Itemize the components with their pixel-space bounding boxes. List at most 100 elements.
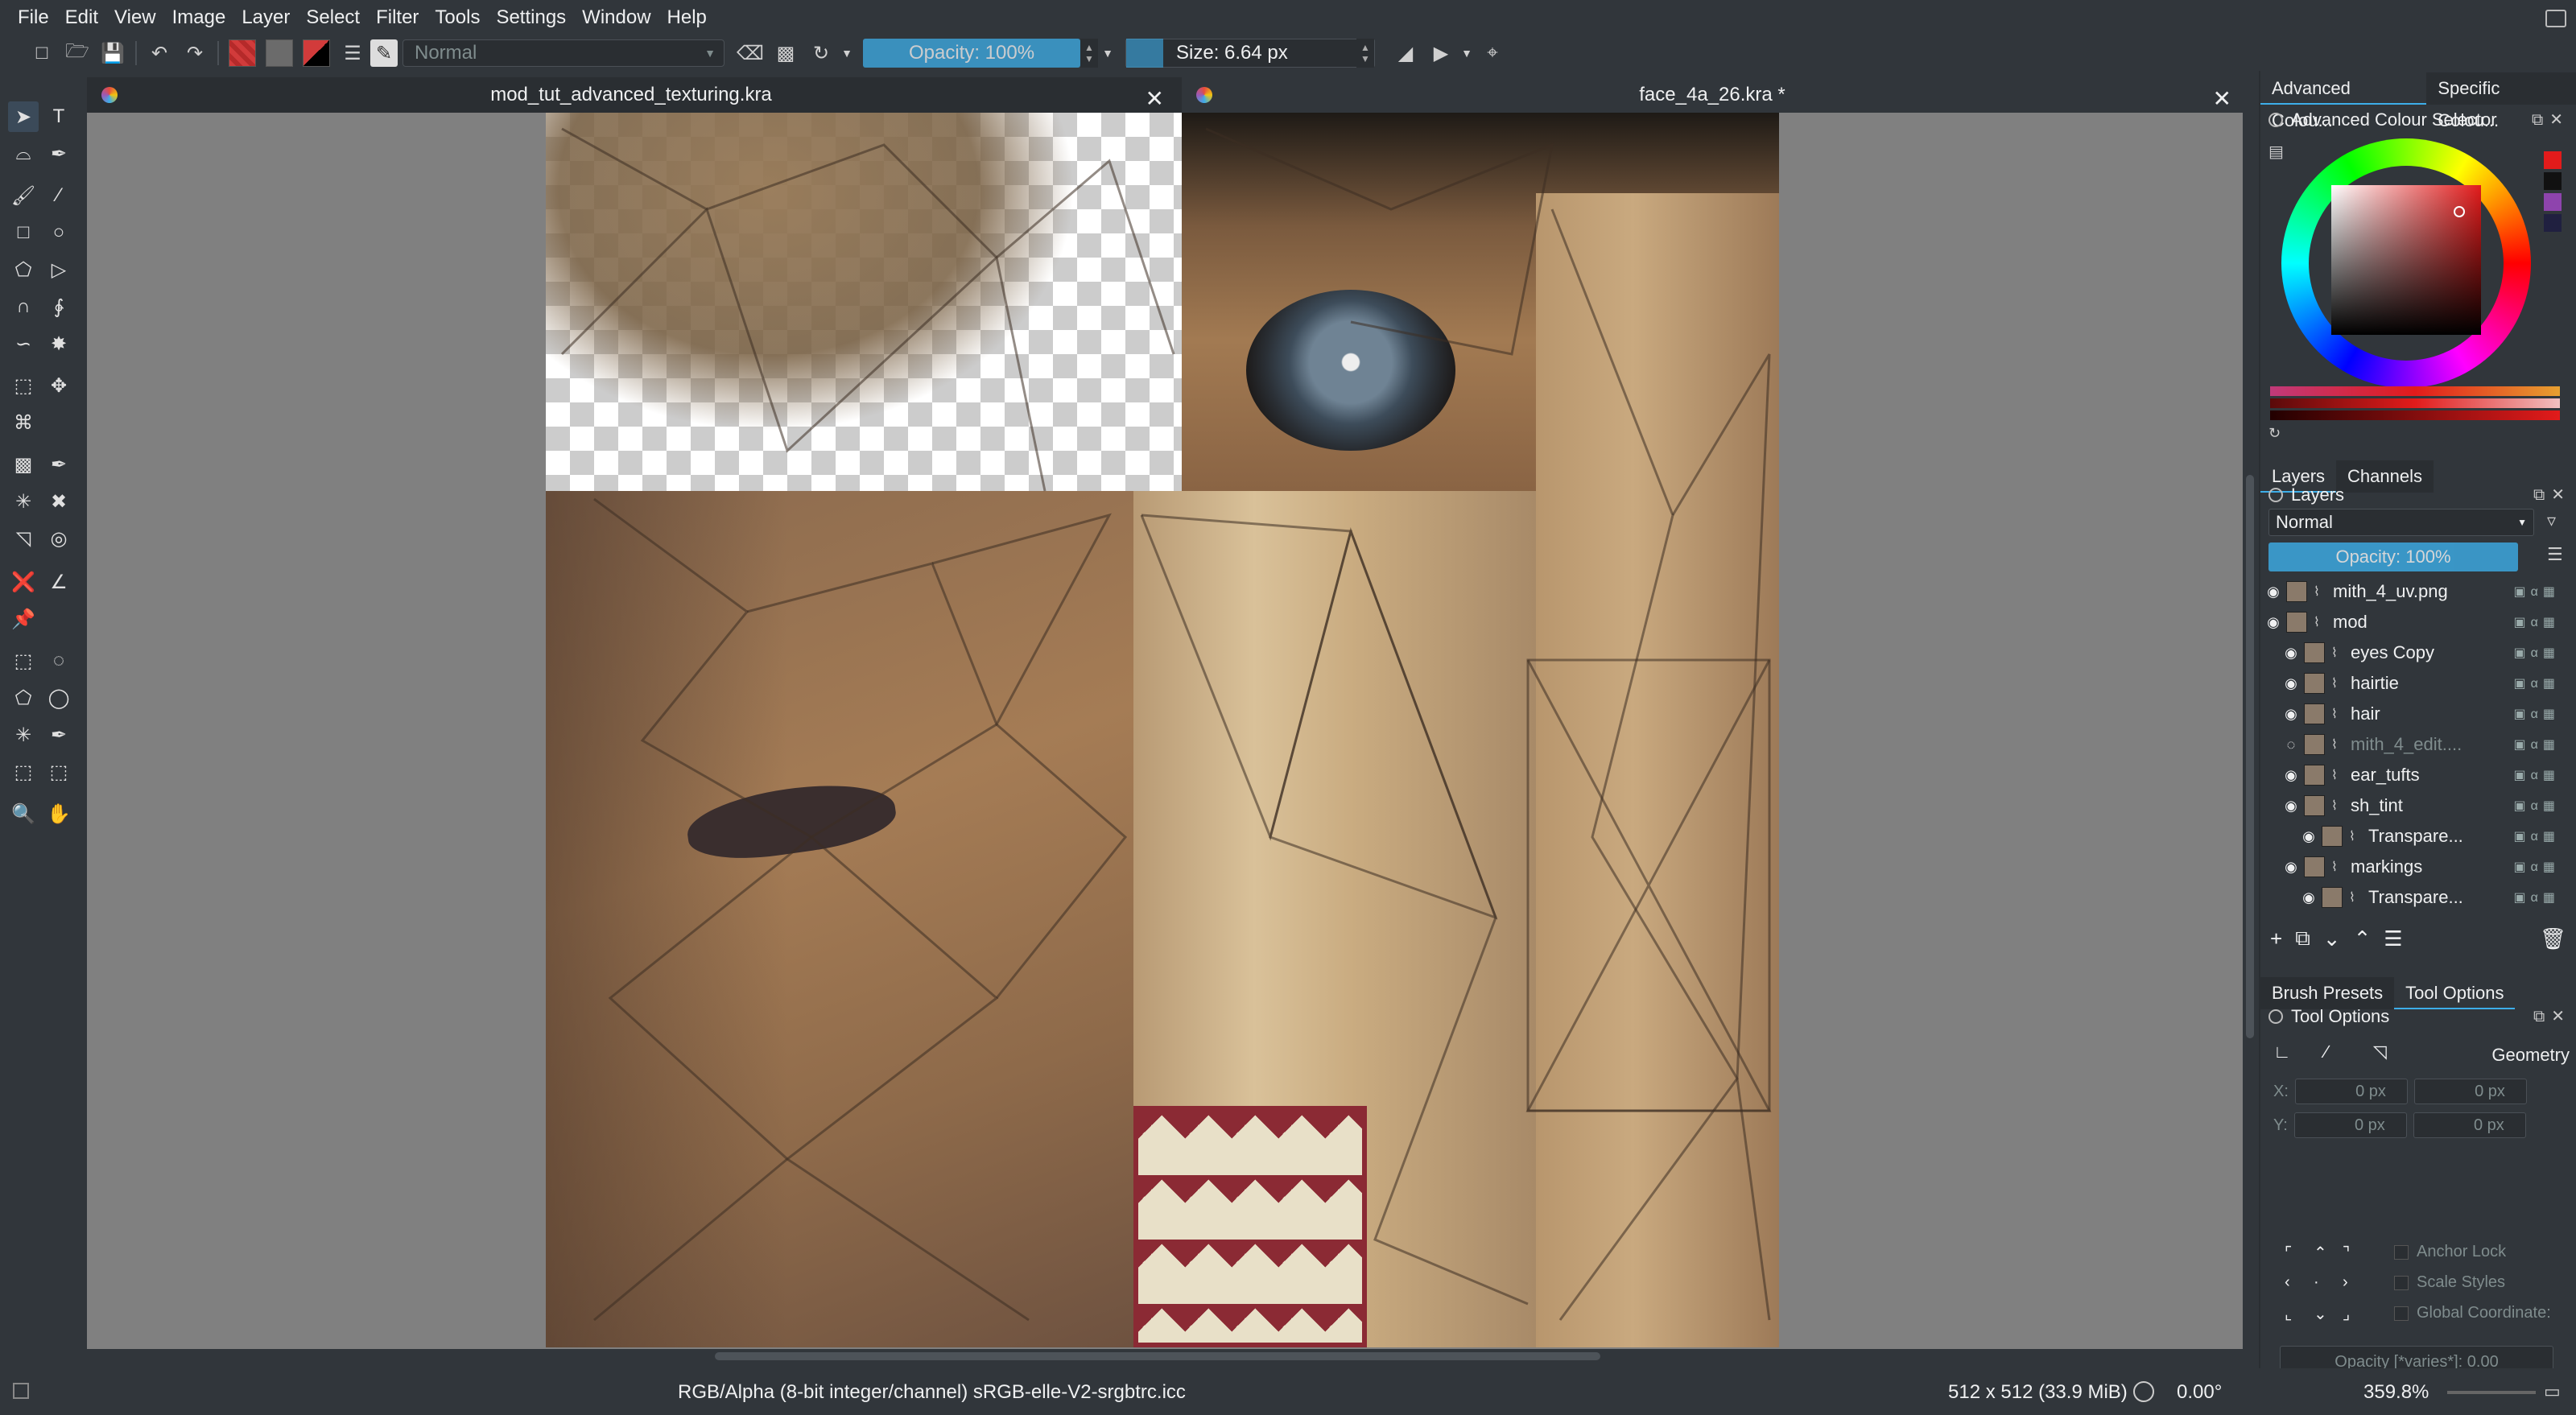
layer-row[interactable]: ◉ ⌇ hairtie ▣α▦ xyxy=(2260,668,2566,699)
lightness-slider[interactable] xyxy=(2270,398,2560,408)
layer-lock-alpha-icons[interactable]: ▣α▦ xyxy=(2514,675,2560,691)
menu-edit[interactable]: Edit xyxy=(57,0,106,35)
anchor-bottom-left-icon[interactable]: ⌞ xyxy=(2285,1304,2314,1335)
brush-settings-icon[interactable]: ☰ xyxy=(335,35,370,71)
color-sliders[interactable] xyxy=(2270,386,2560,423)
layer-row[interactable]: ◉ ⌇ markings ▣α▦ xyxy=(2260,852,2566,882)
chevron-down-icon[interactable]: ▼ xyxy=(1098,35,1117,71)
freehand-selection-tool-icon[interactable]: ◯ xyxy=(43,683,74,713)
assistant-tool-icon[interactable]: ❌ xyxy=(8,567,39,597)
open-document-icon[interactable]: 🗁 xyxy=(60,35,95,71)
recent-color-swatch[interactable] xyxy=(2544,214,2562,232)
eye-icon[interactable]: ◉ xyxy=(2278,706,2304,723)
stroke-tab-icon[interactable]: ∕ xyxy=(2325,1042,2328,1062)
scrollbar-thumb[interactable] xyxy=(715,1352,1600,1360)
wrap-around-icon[interactable]: ⌖ xyxy=(1475,35,1510,71)
anchor-top-icon[interactable]: ⌃ xyxy=(2314,1243,2343,1273)
saturation-slider[interactable] xyxy=(2270,410,2560,420)
menu-settings[interactable]: Settings xyxy=(488,0,574,35)
tab-specific-colour[interactable]: Specific Colou... xyxy=(2426,72,2576,130)
anchor-right-icon[interactable]: › xyxy=(2343,1273,2372,1304)
docker-float-close-icon[interactable]: ⧉✕ xyxy=(2532,109,2570,130)
layer-lock-alpha-icons[interactable]: ▣α▦ xyxy=(2514,736,2560,753)
contiguous-selection-tool-icon[interactable]: ✳ xyxy=(8,720,39,750)
freehand-brush-tool-icon[interactable]: 🖌 xyxy=(8,180,39,211)
eye-icon[interactable]: ◉ xyxy=(2278,767,2304,784)
text-tool-icon[interactable]: T xyxy=(43,101,74,132)
layer-row[interactable]: ◉ ⌇ Transpare... ▣α▦ xyxy=(2260,821,2566,852)
dynamic-brush-tool-icon[interactable]: ∽ xyxy=(8,328,39,359)
rotation-icon[interactable] xyxy=(2133,1381,2154,1402)
layer-lock-alpha-icons[interactable]: ▣α▦ xyxy=(2514,584,2560,600)
brush-preset-icon[interactable]: ✎ xyxy=(370,39,398,67)
hue-slider[interactable] xyxy=(2270,386,2560,396)
menu-view[interactable]: View xyxy=(106,0,164,35)
fill-tab-icon[interactable]: ◹ xyxy=(2373,1042,2387,1062)
anchor-bottom-right-icon[interactable]: ⌟ xyxy=(2343,1304,2372,1335)
polygonal-selection-tool-icon[interactable]: ⬠ xyxy=(8,683,39,713)
close-icon[interactable]: ✕ xyxy=(2213,85,2231,112)
menu-select[interactable]: Select xyxy=(298,0,368,35)
refresh-icon[interactable]: ↻ xyxy=(2268,425,2281,442)
fill-tool-icon[interactable]: ◹ xyxy=(8,523,39,554)
magnetic-selection-tool-icon[interactable]: ⬚ xyxy=(43,757,74,787)
anchor-center-icon[interactable]: · xyxy=(2314,1273,2343,1304)
reload-preset-icon[interactable]: ↻ xyxy=(803,35,839,71)
freehand-path-tool-icon[interactable]: ∳ xyxy=(43,291,74,322)
layer-lock-alpha-icons[interactable]: ▣α▦ xyxy=(2514,828,2560,844)
layer-properties-icon[interactable]: ☰ xyxy=(2384,926,2402,951)
zoom-slider[interactable] xyxy=(2447,1391,2536,1394)
enclose-fill-tool-icon[interactable]: ◎ xyxy=(43,523,74,554)
zoom-tool-icon[interactable]: 🔍 xyxy=(8,798,39,829)
tab-channels[interactable]: Channels xyxy=(2336,460,2434,493)
layer-lock-alpha-icons[interactable]: ▣α▦ xyxy=(2514,614,2560,630)
ellipse-tool-icon[interactable]: ○ xyxy=(43,217,74,248)
new-document-icon[interactable]: □ xyxy=(24,35,60,71)
layer-lock-alpha-icons[interactable]: ▣α▦ xyxy=(2514,706,2560,722)
move-tool-icon[interactable]: ✥ xyxy=(43,370,74,401)
pattern-swatch[interactable] xyxy=(266,39,293,67)
vertical-scrollbar[interactable] xyxy=(2243,113,2257,1354)
texture-artwork[interactable] xyxy=(546,113,1779,1347)
polyline-tool-icon[interactable]: ▷ xyxy=(43,254,74,285)
recent-color-swatch[interactable] xyxy=(2544,193,2562,211)
lock-icon[interactable] xyxy=(2268,488,2283,502)
opacity-spin-arrows[interactable]: ▲ ▼ xyxy=(1080,39,1098,68)
elliptical-selection-tool-icon[interactable]: ◌ xyxy=(43,646,74,676)
duplicate-layer-icon[interactable]: ⧉ xyxy=(2295,926,2310,951)
layer-lock-alpha-icons[interactable]: ▣α▦ xyxy=(2514,798,2560,814)
layer-row[interactable]: ◉ ⌇ hair ▣α▦ xyxy=(2260,699,2566,729)
eye-icon[interactable]: ◉ xyxy=(2260,584,2286,600)
layer-blend-mode-select[interactable]: Normal ▼ xyxy=(2268,509,2534,536)
preserve-alpha-icon[interactable]: ▩ xyxy=(768,35,803,71)
measure-tool-icon[interactable]: ∠ xyxy=(43,567,74,597)
layer-row[interactable]: ◌ ⌇ mith_4_edit.... ▣α▦ xyxy=(2260,729,2566,760)
close-icon[interactable]: ✕ xyxy=(1146,85,1164,112)
anchor-bottom-icon[interactable]: ⌄ xyxy=(2314,1304,2343,1335)
menu-filter[interactable]: Filter xyxy=(368,0,427,35)
width-field[interactable]: 0 px xyxy=(2413,1079,2527,1104)
size-spin-arrows[interactable]: ▲ ▼ xyxy=(1356,39,1374,68)
crop-tool-icon[interactable]: ⌘ xyxy=(8,407,39,438)
zoom-level[interactable]: 359.8% xyxy=(2363,1381,2429,1404)
fullscreen-icon[interactable]: ▭ xyxy=(2544,1381,2561,1402)
bezier-selection-tool-icon[interactable]: ⬚ xyxy=(8,757,39,787)
color-picker-tool-icon[interactable]: ✒ xyxy=(43,449,74,480)
eye-icon[interactable]: ◉ xyxy=(2296,828,2322,845)
calligraphy-tool-icon[interactable]: ✒ xyxy=(43,138,74,169)
layer-lock-alpha-icons[interactable]: ▣α▦ xyxy=(2514,889,2560,906)
anchor-left-icon[interactable]: ‹ xyxy=(2285,1273,2314,1304)
tab-advanced-colour[interactable]: Advanced Colou... xyxy=(2260,72,2427,130)
colorize-mask-tool-icon[interactable]: ✳ xyxy=(8,486,39,517)
eraser-mode-icon[interactable]: ⌫ xyxy=(733,35,768,71)
geometry-tab-icon[interactable]: ∟ xyxy=(2273,1042,2291,1062)
recent-color-swatch[interactable] xyxy=(2544,151,2562,169)
tab-mod-tut-advanced-texturing[interactable]: mod_tut_advanced_texturing.kra ✕ xyxy=(87,77,1175,113)
multibrush-tool-icon[interactable]: ✸ xyxy=(43,328,74,359)
polygon-tool-icon[interactable]: ⬠ xyxy=(8,254,39,285)
global-coords-checkbox[interactable] xyxy=(2394,1306,2409,1321)
chevron-down-icon[interactable]: ▼ xyxy=(839,35,855,71)
tab-tool-options[interactable]: Tool Options xyxy=(2394,977,2516,1009)
recent-color-swatch[interactable] xyxy=(2544,172,2562,190)
anchor-top-left-icon[interactable]: ⌜ xyxy=(2285,1243,2314,1273)
